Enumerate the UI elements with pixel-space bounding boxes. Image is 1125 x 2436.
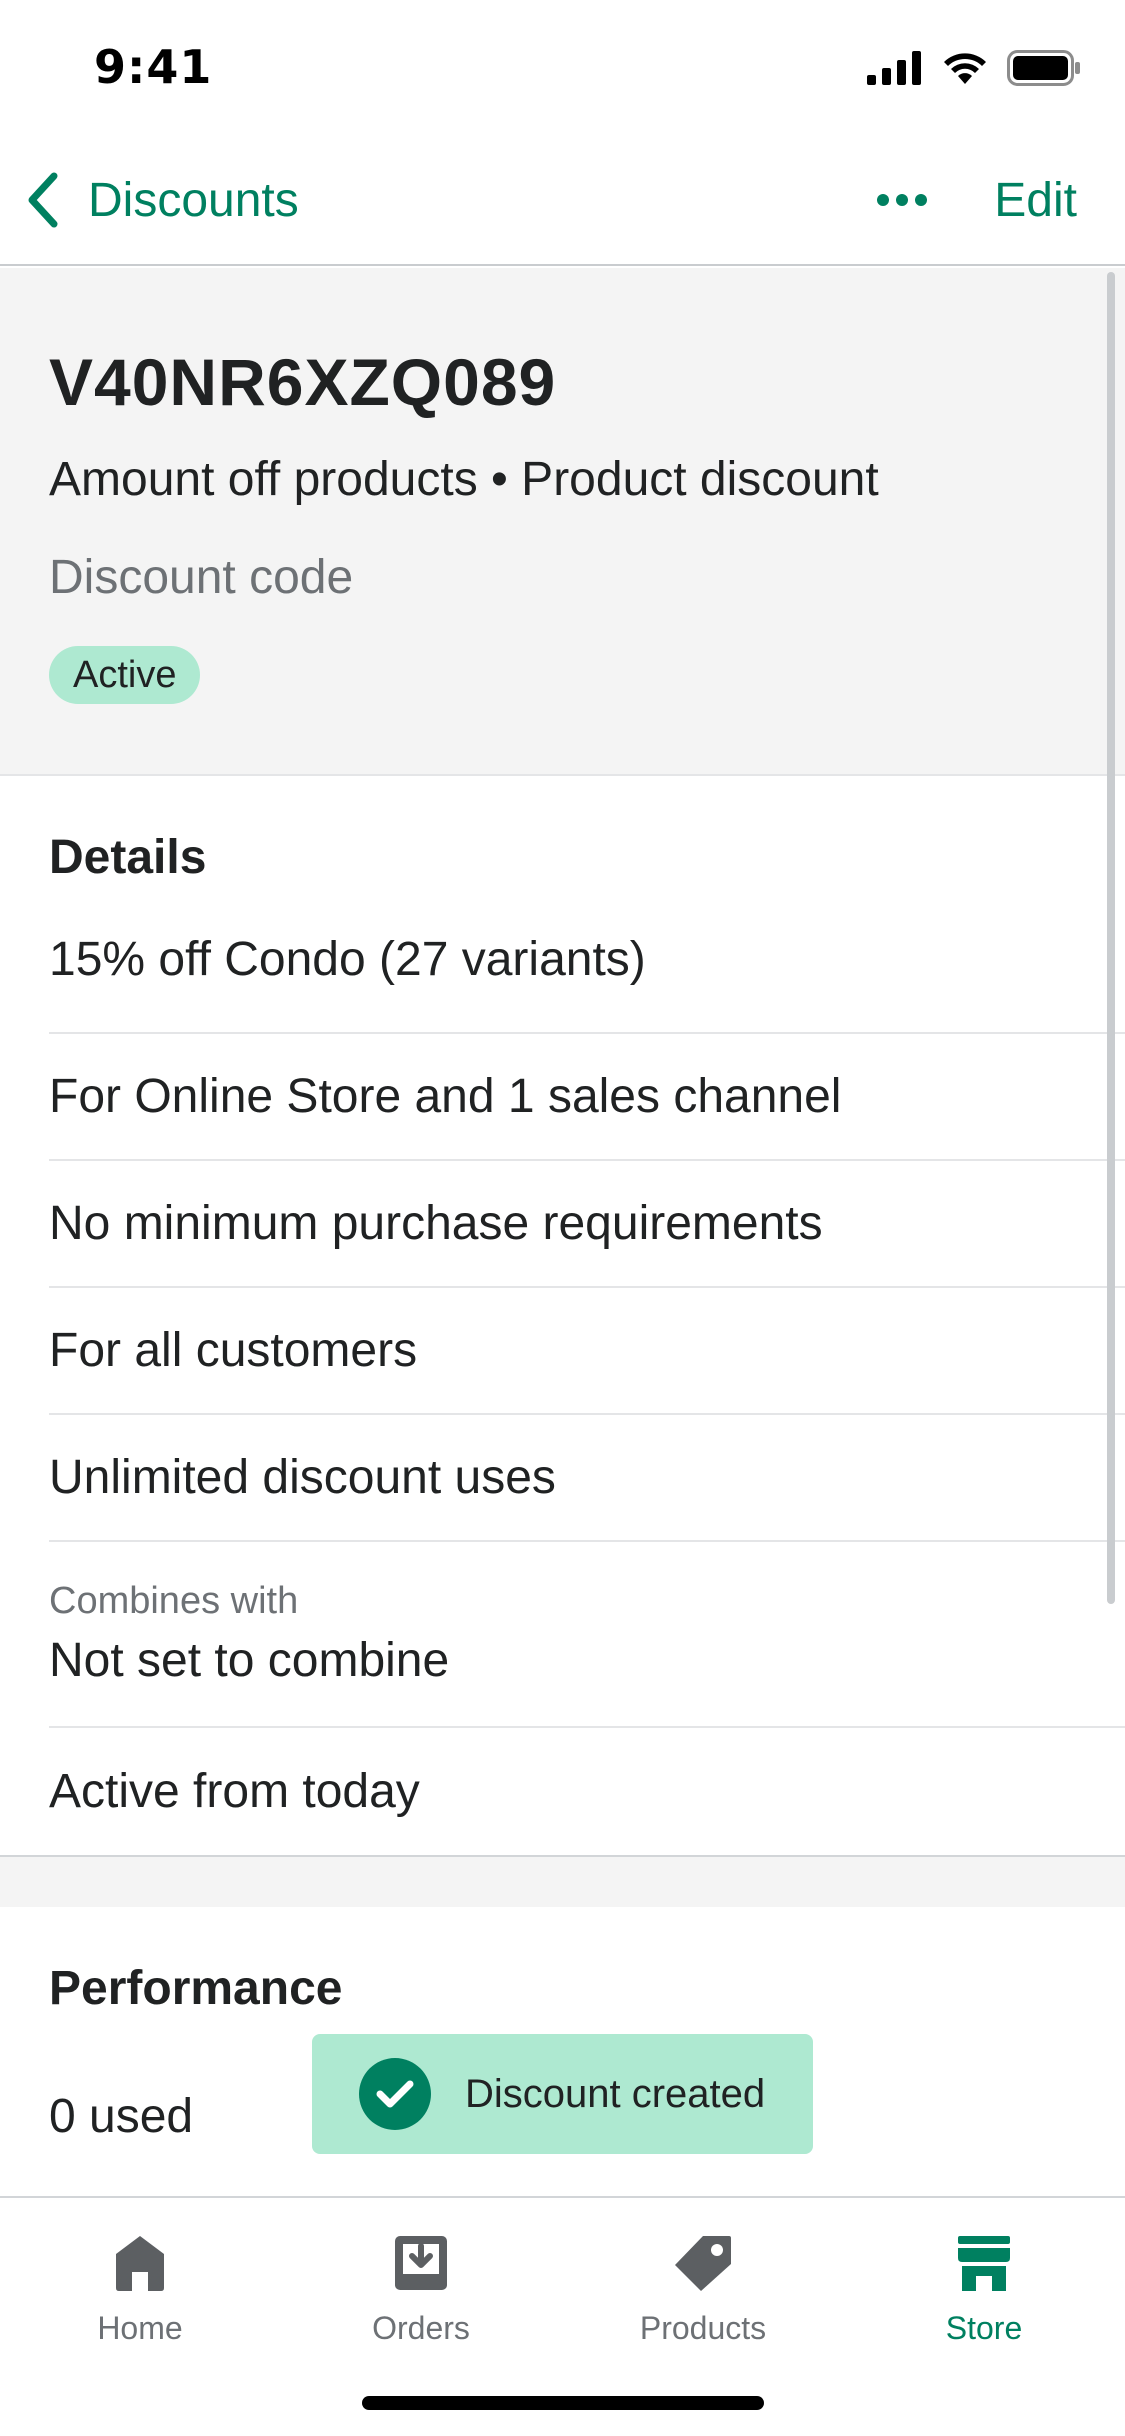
combines-caption: Combines with	[49, 1580, 299, 1622]
status-time: 9:41	[94, 40, 213, 94]
battery-icon	[1007, 50, 1080, 86]
home-icon	[116, 2236, 164, 2291]
detail-row-combines: Combines with Not set to combine	[49, 1542, 1125, 1728]
detail-row-channels: For Online Store and 1 sales channel	[49, 1034, 1125, 1161]
back-button-label: Discounts	[88, 173, 299, 227]
detail-row-customers: For all customers	[49, 1288, 1125, 1415]
tab-label: Store	[945, 2310, 1023, 2346]
orders-icon	[395, 2236, 447, 2290]
discount-header: V40NR6XZQ089 Amount off products • Produ…	[0, 268, 1125, 776]
detail-row-minimum: No minimum purchase requirements	[49, 1161, 1125, 1288]
cellular-signal-icon	[867, 51, 921, 85]
discount-code-title: V40NR6XZQ089	[49, 345, 557, 419]
detail-row-value: 15% off Condo (27 variants)	[49, 920, 1125, 1034]
combines-value: Not set to combine	[49, 1634, 450, 1687]
status-badge: Active	[49, 646, 201, 704]
checkmark-circle-icon	[359, 2058, 431, 2130]
detail-row-text: For all customers	[49, 1324, 418, 1377]
details-card: Details 15% off Condo (27 variants) For …	[0, 776, 1125, 1857]
performance-title: Performance	[49, 1962, 343, 2015]
chevron-left-icon	[28, 172, 58, 228]
tab-label: Products	[639, 2310, 767, 2346]
discount-type: Amount off products • Product discount	[49, 453, 879, 506]
tab-orders[interactable]: Orders	[321, 2234, 521, 2347]
tag-icon	[675, 2236, 731, 2291]
edit-button[interactable]: Edit	[994, 168, 1077, 232]
section-spacer	[0, 1857, 1125, 1907]
detail-row-active-dates: Active from today	[49, 1728, 1125, 1855]
ellipsis-icon	[877, 194, 927, 206]
more-actions-button[interactable]	[872, 168, 932, 232]
detail-row-text: No minimum purchase requirements	[49, 1197, 823, 1250]
tab-store[interactable]: Store	[884, 2234, 1084, 2347]
home-indicator[interactable]	[362, 2396, 764, 2410]
performance-used-count: 0 used	[49, 2090, 194, 2143]
wifi-icon	[944, 53, 986, 84]
tab-home[interactable]: Home	[40, 2234, 240, 2347]
status-icons	[867, 50, 1081, 86]
toast-message: Discount created	[465, 2071, 766, 2116]
status-bar: 9:41	[0, 0, 1125, 132]
scrollbar[interactable]	[1107, 272, 1115, 1604]
detail-row-text: Unlimited discount uses	[49, 1451, 556, 1504]
discount-method: Discount code	[49, 551, 354, 604]
tab-products[interactable]: Products	[603, 2234, 803, 2347]
detail-row-uses: Unlimited discount uses	[49, 1415, 1125, 1542]
back-button[interactable]: Discounts	[24, 168, 299, 232]
tab-label: Orders	[372, 2310, 470, 2346]
detail-row-text: Active from today	[49, 1765, 420, 1818]
tab-label: Home	[97, 2310, 183, 2346]
toast-notification: Discount created	[312, 2034, 813, 2154]
store-icon	[958, 2236, 1010, 2291]
navigation-bar: Discounts Edit	[0, 132, 1125, 266]
detail-row-text: 15% off Condo (27 variants)	[49, 933, 646, 986]
detail-row-text: For Online Store and 1 sales channel	[49, 1070, 842, 1123]
discount-detail-content[interactable]: V40NR6XZQ089 Amount off products • Produ…	[0, 268, 1125, 2200]
details-title: Details	[49, 831, 207, 884]
